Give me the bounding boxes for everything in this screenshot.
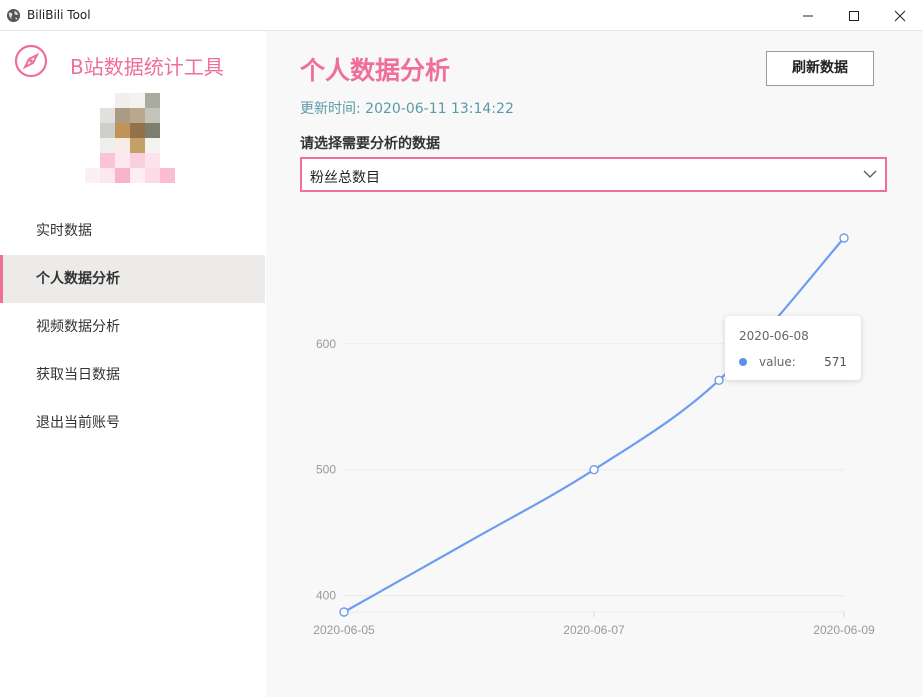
close-button[interactable]	[877, 0, 923, 31]
tooltip-value: 571	[824, 355, 847, 369]
minimize-button[interactable]	[785, 0, 831, 31]
data-point	[339, 607, 349, 617]
x-tick-label: 2020-06-07	[563, 623, 625, 637]
sidebar-item-realtime-data[interactable]: 实时数据	[0, 207, 266, 255]
series-line	[343, 237, 845, 613]
sidebar-nav: 实时数据 个人数据分析 视频数据分析 获取当日数据 退出当前账号	[0, 207, 266, 447]
tooltip-series-dot	[739, 358, 747, 366]
y-tick-label: 600	[316, 337, 336, 351]
x-tick-label: 2020-06-05	[313, 623, 375, 637]
sidebar: B站数据统计工具 实时数据 个人数据分析 视频数据分析 获取当日数据 退出当前账…	[0, 31, 266, 697]
sidebar-item-logout[interactable]: 退出当前账号	[0, 399, 266, 447]
main-panel: 个人数据分析 刷新数据 更新时间: 2020-06-11 13:14:22 请选…	[266, 31, 923, 697]
data-point	[839, 233, 849, 243]
title-bar: BiliBili Tool	[0, 0, 923, 31]
y-tick-label: 400	[316, 589, 336, 603]
tooltip-series-name: value:	[759, 355, 796, 369]
app-name: B站数据统计工具	[70, 55, 224, 79]
data-point	[589, 465, 599, 475]
sidebar-item-personal-analysis[interactable]: 个人数据分析	[0, 255, 265, 303]
maximize-button[interactable]	[831, 0, 877, 31]
tooltip-date: 2020-06-08	[739, 329, 809, 343]
compass-icon	[14, 44, 48, 78]
minimize-icon	[803, 15, 813, 17]
window-title: BiliBili Tool	[27, 8, 91, 22]
maximize-icon	[849, 11, 859, 21]
chart-tooltip: 2020-06-08 value: 571	[725, 316, 861, 380]
app-globe-icon	[6, 8, 21, 23]
y-tick-label: 500	[316, 463, 336, 477]
avatar	[85, 93, 175, 185]
sidebar-item-video-analysis[interactable]: 视频数据分析	[0, 303, 266, 351]
x-tick-label: 2020-06-09	[813, 623, 875, 637]
sidebar-item-today-data[interactable]: 获取当日数据	[0, 351, 266, 399]
data-point	[714, 375, 724, 385]
close-icon	[894, 10, 906, 22]
